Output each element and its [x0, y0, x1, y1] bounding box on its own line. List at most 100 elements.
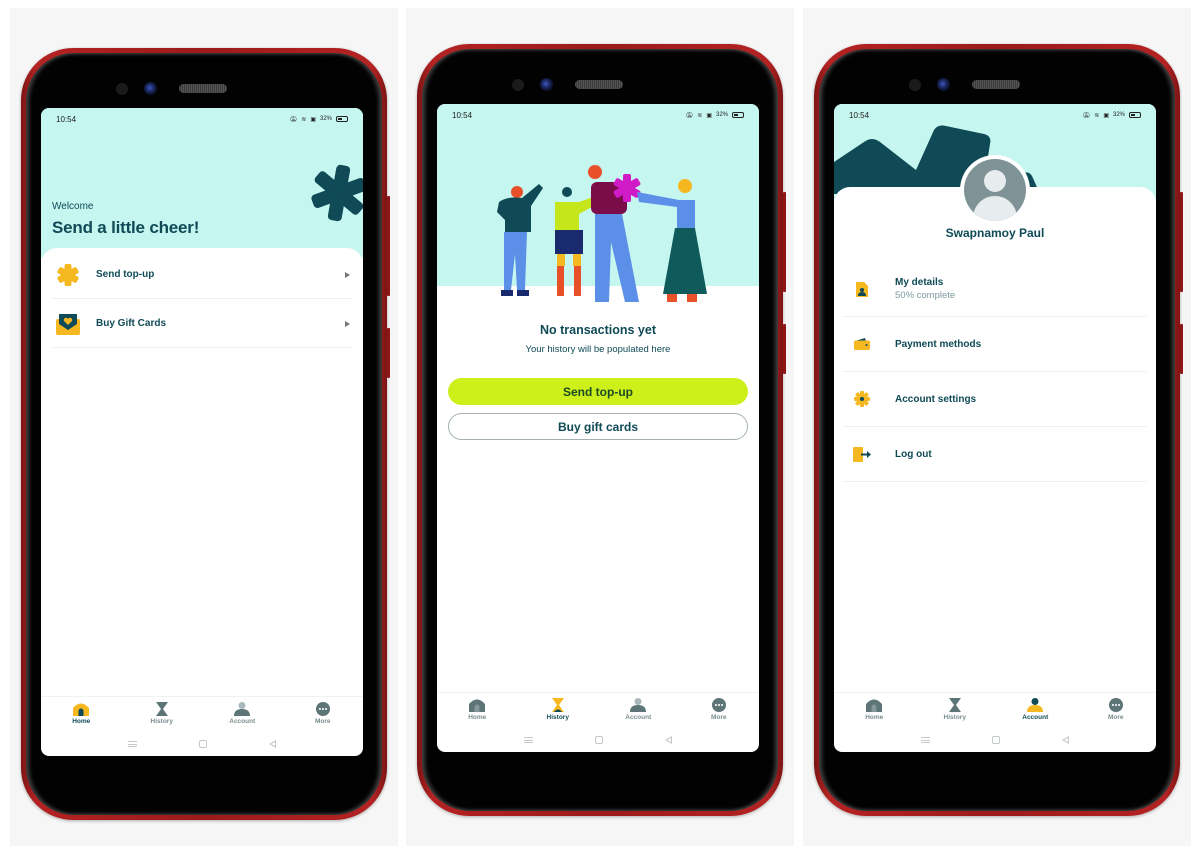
nav-more[interactable]: More [679, 693, 760, 730]
nav-home[interactable]: Home [41, 697, 122, 734]
account-icon [1027, 698, 1044, 712]
menu-item-buy-gift-cards[interactable]: Buy Gift Cards [52, 300, 352, 348]
earpiece-speaker [575, 80, 623, 89]
nav-more[interactable]: More [283, 697, 364, 734]
chevron-right-icon [345, 320, 350, 327]
front-camera [540, 78, 553, 91]
phone-frame: 10:54 🔕︎ ≋ ▣ 32% No transactions yet You… [417, 44, 786, 816]
power-button [783, 324, 786, 374]
wifi-icon: ≋ [1094, 112, 1100, 119]
more-icon [1108, 698, 1123, 712]
menu-item-label: Buy Gift Cards [96, 318, 167, 329]
battery-icon [336, 116, 348, 122]
system-home-icon[interactable] [595, 736, 603, 744]
home-icon [469, 699, 486, 712]
nav-label: Home [72, 718, 91, 725]
nav-label: Account [1022, 714, 1049, 721]
account-icon [630, 698, 647, 712]
power-button [1180, 324, 1183, 374]
logout-icon [851, 446, 873, 462]
status-bar: 10:54 🔕︎ ≋ ▣ 32% [834, 104, 1156, 126]
battery-percent: 32% [1112, 112, 1125, 118]
welcome-label: Welcome [52, 201, 94, 212]
system-home-icon[interactable] [992, 736, 1000, 744]
avatar[interactable] [960, 155, 1030, 225]
user-name: Swapnamoy Paul [945, 226, 1045, 240]
bottom-nav: Home History Account More [437, 692, 759, 730]
screenshot-panel-account: 10:54 🔕︎ ≋ ▣ 32% Swapnamoy Paul My detai… [803, 8, 1191, 846]
wifi-icon: ≋ [697, 112, 703, 119]
power-button [387, 328, 390, 378]
data-icon: ▣ [1103, 112, 1109, 119]
recent-apps-icon[interactable] [128, 741, 137, 747]
nav-home[interactable]: Home [437, 693, 518, 730]
nav-more[interactable]: More [1076, 693, 1157, 730]
system-back-icon[interactable] [1062, 736, 1069, 744]
nav-history[interactable]: History [122, 697, 203, 734]
proximity-sensor [512, 79, 524, 91]
home-icon [866, 699, 883, 712]
menu-item-label: Account settings [895, 393, 977, 405]
system-home-icon[interactable] [199, 740, 207, 748]
system-back-icon[interactable] [269, 740, 276, 748]
front-camera [937, 78, 950, 91]
nav-account[interactable]: Account [995, 693, 1076, 730]
battery-percent: 32% [715, 112, 728, 118]
menu-item-send-top-up[interactable]: Send top-up [52, 251, 352, 299]
empty-state-title: No transactions yet [539, 323, 656, 337]
send-top-up-button[interactable]: Send top-up [448, 378, 748, 405]
mute-icon: 🔕︎ [289, 116, 298, 123]
recent-apps-icon[interactable] [524, 737, 533, 743]
system-nav-bar [834, 730, 1156, 750]
nav-label: More [1107, 714, 1124, 721]
completion-status: 50% complete [895, 290, 956, 301]
front-camera [144, 82, 157, 95]
nav-label: Account [625, 714, 652, 721]
battery-percent: 32% [319, 116, 332, 122]
wallet-icon [851, 338, 873, 350]
status-time: 10:54 [452, 110, 473, 120]
menu-item-account-settings[interactable]: Account settings [843, 372, 1147, 427]
recent-apps-icon[interactable] [921, 737, 930, 743]
bottom-nav: Home History Account More [41, 696, 363, 734]
nav-history[interactable]: History [518, 693, 599, 730]
battery-icon [732, 112, 744, 118]
chevron-right-icon [345, 271, 350, 278]
mute-icon: 🔕︎ [685, 112, 694, 119]
system-back-icon[interactable] [665, 736, 672, 744]
status-bar: 10:54 🔕︎ ≋ ▣ 32% [437, 104, 759, 126]
asterisk-icon [54, 261, 82, 289]
nav-label: Home [865, 714, 884, 721]
volume-button [1180, 192, 1183, 292]
hourglass-icon [551, 698, 564, 712]
menu-item-label: Log out [895, 448, 932, 460]
bottom-nav: Home History Account More [834, 692, 1156, 730]
history-screen: 10:54 🔕︎ ≋ ▣ 32% No transactions yet You… [437, 104, 759, 752]
nav-home[interactable]: Home [834, 693, 915, 730]
status-icons: 🔕︎ ≋ ▣ 32% [290, 116, 348, 123]
status-bar: 10:54 🔕︎ ≋ ▣ 32% [41, 108, 363, 130]
menu-item-label: Payment methods [895, 338, 982, 350]
nav-account[interactable]: Account [202, 697, 283, 734]
nav-history[interactable]: History [915, 693, 996, 730]
menu-item-payment-methods[interactable]: Payment methods [843, 317, 1147, 372]
buy-gift-cards-button[interactable]: Buy gift cards [448, 413, 748, 440]
more-icon [315, 702, 330, 716]
proximity-sensor [909, 79, 921, 91]
status-time: 10:54 [849, 110, 870, 120]
people-celebrating-illustration [497, 165, 707, 302]
nav-label: More [314, 718, 331, 725]
nav-account[interactable]: Account [598, 693, 679, 730]
system-nav-bar [437, 730, 759, 750]
volume-button [387, 196, 390, 296]
screenshot-panel-home: 10:54 🔕︎ ≋ ▣ 32% Welcome Send a little c… [10, 8, 398, 846]
menu-item-my-details[interactable]: My details 50% complete [843, 262, 1147, 317]
status-icons: 🔕︎ ≋ ▣ 32% [686, 112, 744, 119]
hourglass-icon [155, 702, 168, 716]
volume-button [783, 192, 786, 292]
menu-item-log-out[interactable]: Log out [843, 427, 1147, 482]
wifi-icon: ≋ [301, 116, 307, 123]
data-icon: ▣ [706, 112, 712, 119]
nav-label: History [943, 714, 966, 721]
phone-frame: 10:54 🔕︎ ≋ ▣ 32% Swapnamoy Paul My detai… [814, 44, 1183, 816]
